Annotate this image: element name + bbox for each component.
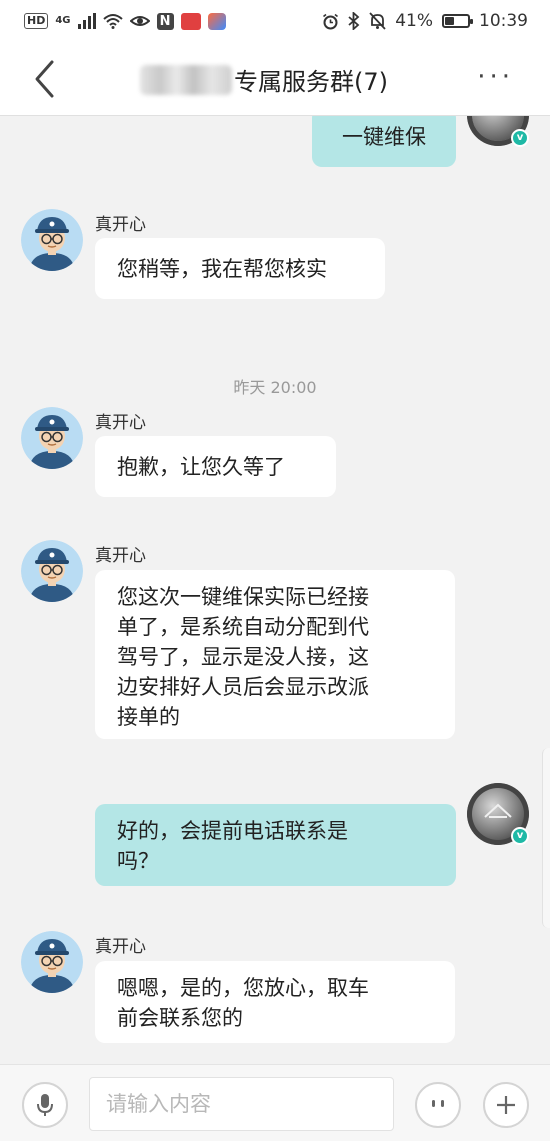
back-button[interactable] xyxy=(26,56,66,102)
signal-icon xyxy=(77,13,96,29)
chat-title: 专属服务群(7) xyxy=(140,62,388,97)
message-bubble[interactable]: 抱歉，让您久等了 xyxy=(95,436,336,497)
sender-avatar[interactable] xyxy=(21,209,83,271)
page-title: 专属服务群(7) xyxy=(234,68,388,96)
microphone-icon xyxy=(37,1094,53,1116)
message-timestamp: 昨天 20:00 xyxy=(233,378,317,397)
plus-icon xyxy=(497,1096,515,1114)
message-line: 驾号了，显示是没人接，这 xyxy=(117,645,369,669)
message-line: 接单的 xyxy=(117,705,180,729)
battery-percent: 41% xyxy=(395,11,433,31)
mute-icon xyxy=(369,12,386,30)
emoji-icon xyxy=(441,1100,444,1107)
message-bubble[interactable]: 您这次一键维保实际已经接 单了，是系统自动分配到代 驾号了，显示是没人接，这 边… xyxy=(95,570,455,739)
message-input[interactable] xyxy=(89,1077,394,1131)
message-line: 嗯嗯，是的，您放心，取车 xyxy=(117,976,369,1000)
alarm-icon xyxy=(323,13,339,29)
sender-avatar[interactable] xyxy=(21,931,83,993)
network-type: 4G xyxy=(55,14,71,26)
message-line: 吗？ xyxy=(117,849,159,873)
app-notification-icon xyxy=(207,12,226,30)
sender-name: 真开心 xyxy=(95,413,146,433)
status-bar: HD 4G N 41% 10:39 xyxy=(0,0,550,42)
input-bar xyxy=(0,1064,550,1141)
message-bubble[interactable]: 您稍等，我在帮您核实 xyxy=(95,238,385,299)
battery-icon xyxy=(442,14,473,28)
message-line: 您这次一键维保实际已经接 xyxy=(117,585,369,609)
app-notification-icon: N xyxy=(156,12,174,30)
message-line: 边安排好人员后会显示改派 xyxy=(117,675,369,699)
redacted-group-name xyxy=(140,64,232,95)
bluetooth-icon xyxy=(348,12,360,30)
emoji-button[interactable] xyxy=(415,1082,461,1128)
message-line: 前会联系您的 xyxy=(117,1006,243,1030)
scroll-indicator[interactable] xyxy=(542,748,550,928)
hd-indicator: HD xyxy=(24,13,49,29)
voice-input-button[interactable] xyxy=(22,1082,68,1128)
emoji-icon xyxy=(432,1100,435,1107)
verified-icon: v xyxy=(511,827,529,845)
sender-name: 真开心 xyxy=(95,546,146,566)
red-app-notification-icon xyxy=(180,12,201,30)
verified-icon: v xyxy=(511,129,529,147)
more-button[interactable]: ··· xyxy=(477,64,514,90)
message-bubble[interactable]: 嗯嗯，是的，您放心，取车 前会联系您的 xyxy=(95,961,455,1043)
more-actions-button[interactable] xyxy=(483,1082,529,1128)
message-list[interactable]: 一键维保 v 真开心 您稍等，我在帮您核实 昨天 20:00 真开心 抱歉，让您… xyxy=(0,116,550,1064)
message-line: 单了，是系统自动分配到代 xyxy=(117,615,369,639)
sender-name: 真开心 xyxy=(95,215,146,235)
eye-icon xyxy=(129,16,150,26)
sender-avatar[interactable] xyxy=(21,407,83,469)
message-line: 好的，会提前电话联系是 xyxy=(117,819,348,843)
my-message-bubble[interactable]: 一键维保 xyxy=(312,116,456,167)
chat-header: 专属服务群(7) ··· xyxy=(0,42,550,116)
my-message-bubble[interactable]: 好的，会提前电话联系是 吗？ xyxy=(95,804,456,886)
back-arrow-icon xyxy=(35,60,54,98)
clock: 10:39 xyxy=(479,11,528,31)
wifi-icon xyxy=(102,14,123,29)
sender-avatar[interactable] xyxy=(21,540,83,602)
sender-name: 真开心 xyxy=(95,937,146,957)
